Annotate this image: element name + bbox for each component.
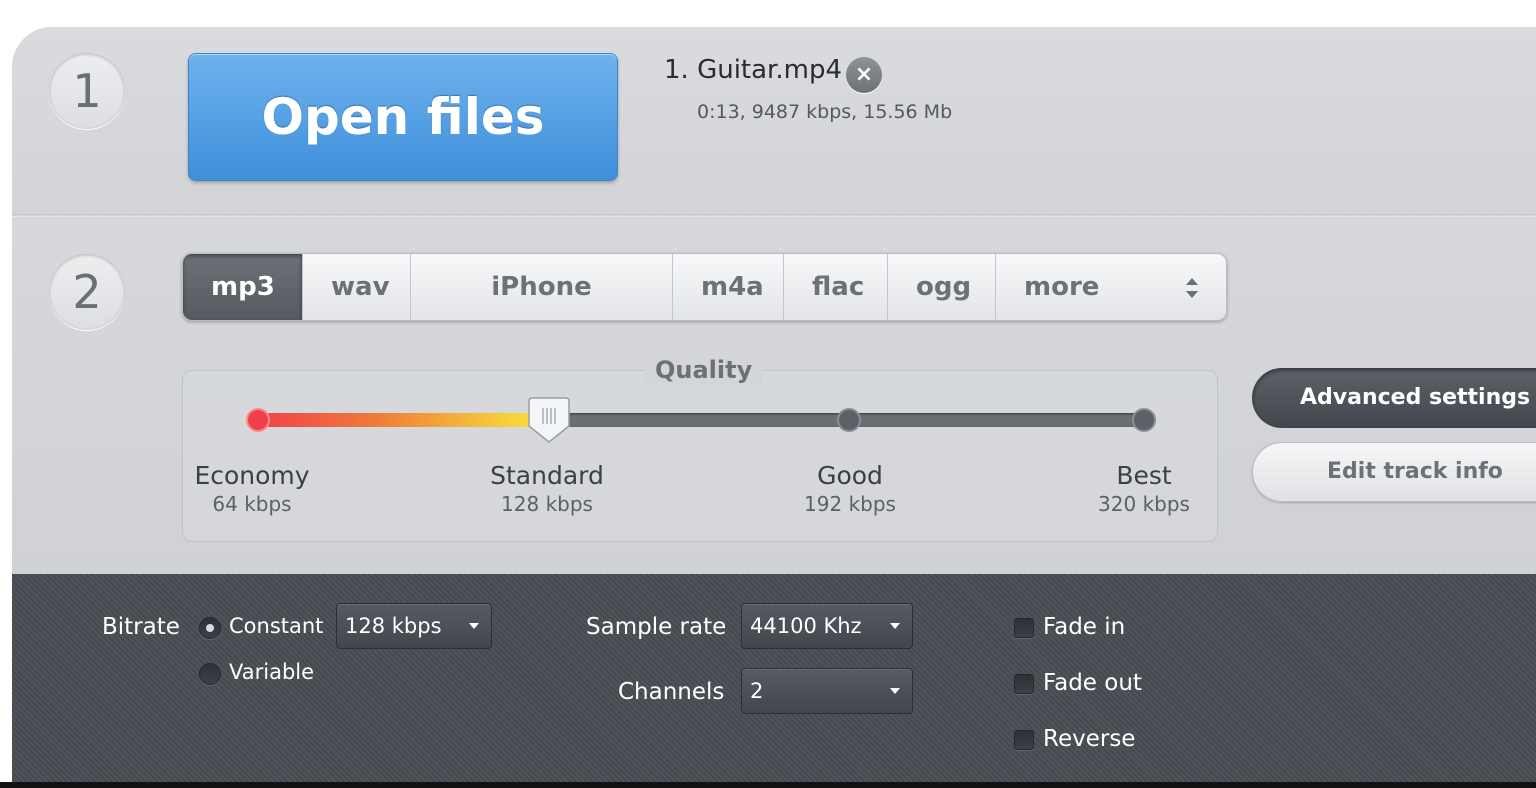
file-name: 1. Guitar.mp4 <box>664 55 842 85</box>
quality-economy-bitrate: 64 kbps <box>212 492 292 516</box>
format-selector: mp3 wav iPhone ringtone m4a flac ogg mor… <box>182 253 1227 321</box>
quality-economy-name: Economy <box>194 461 310 490</box>
format-iphone-ringtone[interactable]: iPhone ringtone <box>411 254 673 320</box>
quality-economy[interactable]: Economy 64 kbps <box>182 461 322 516</box>
close-icon[interactable]: × <box>846 57 882 93</box>
slider-stop-best[interactable] <box>1132 408 1156 432</box>
fade-out-label[interactable]: Fade out <box>1043 670 1142 696</box>
bitrate-variable-label[interactable]: Variable <box>229 660 314 684</box>
advanced-settings-panel: Bitrate Constant Variable 128 kbps Sampl… <box>12 574 1536 782</box>
channels-select-value: 2 <box>750 679 764 703</box>
quality-good-name: Good <box>817 461 883 490</box>
slider-stop-good[interactable] <box>837 408 861 432</box>
app-window: 1 2 Open files 1. Guitar.mp4 0:13, 9487 … <box>0 0 1536 788</box>
chevron-down-icon <box>890 623 900 629</box>
quality-box <box>182 370 1218 542</box>
bitrate-select-value: 128 kbps <box>345 614 442 638</box>
slider-stop-economy[interactable] <box>246 408 270 432</box>
quality-good-bitrate: 192 kbps <box>804 492 896 516</box>
bitrate-select[interactable]: 128 kbps <box>336 603 492 649</box>
edit-track-info-button[interactable]: Edit track info <box>1252 442 1536 502</box>
format-flac[interactable]: flac <box>784 254 888 320</box>
fade-out-checkbox[interactable] <box>1014 674 1034 694</box>
chevron-down-icon <box>469 623 479 629</box>
channels-select[interactable]: 2 <box>741 668 913 714</box>
channels-label: Channels <box>618 679 725 705</box>
quality-best-bitrate: 320 kbps <box>1098 492 1190 516</box>
reverse-checkbox[interactable] <box>1014 730 1034 750</box>
step-1-badge: 1 <box>49 53 125 129</box>
quality-good[interactable]: Good 192 kbps <box>780 461 920 516</box>
quality-standard-name: Standard <box>490 461 604 490</box>
quality-title: Quality <box>645 356 763 384</box>
quality-slider-thumb[interactable] <box>528 396 570 444</box>
open-files-button[interactable]: Open files <box>188 53 618 181</box>
step-2-badge: 2 <box>49 254 125 330</box>
fade-in-checkbox[interactable] <box>1014 618 1034 638</box>
sample-rate-select-value: 44100 Khz <box>750 614 862 638</box>
fade-in-label[interactable]: Fade in <box>1043 614 1125 640</box>
format-ogg[interactable]: ogg <box>888 254 996 320</box>
chevron-down-icon <box>890 688 900 694</box>
window-bottom-edge <box>0 782 1536 788</box>
quality-standard-bitrate: 128 kbps <box>501 492 593 516</box>
sample-rate-select[interactable]: 44100 Khz <box>741 603 913 649</box>
format-more-label: more <box>1024 272 1100 302</box>
reverse-label[interactable]: Reverse <box>1043 726 1135 752</box>
quality-slider-fill <box>255 413 555 427</box>
bitrate-label: Bitrate <box>102 614 180 640</box>
file-meta: 0:13, 9487 kbps, 15.56 Mb <box>697 101 953 123</box>
quality-standard[interactable]: Standard 128 kbps <box>477 461 617 516</box>
up-down-arrows-icon <box>1186 278 1198 298</box>
format-mp3[interactable]: mp3 <box>183 254 303 320</box>
format-more[interactable]: more <box>996 254 1226 320</box>
converter-panel: 1 2 Open files 1. Guitar.mp4 0:13, 9487 … <box>12 27 1536 782</box>
bitrate-constant-label[interactable]: Constant <box>229 614 323 638</box>
quality-best[interactable]: Best 320 kbps <box>1074 461 1214 516</box>
advanced-settings-button[interactable]: Advanced settings <box>1252 368 1536 428</box>
file-list-item: 1. Guitar.mp4 0:13, 9487 kbps, 15.56 Mb <box>664 55 952 123</box>
bitrate-constant-radio[interactable] <box>199 617 221 639</box>
format-m4a[interactable]: m4a <box>673 254 784 320</box>
sample-rate-label: Sample rate <box>586 614 727 640</box>
bitrate-variable-radio[interactable] <box>199 663 221 685</box>
quality-best-name: Best <box>1116 461 1172 490</box>
format-wav[interactable]: wav <box>303 254 411 320</box>
